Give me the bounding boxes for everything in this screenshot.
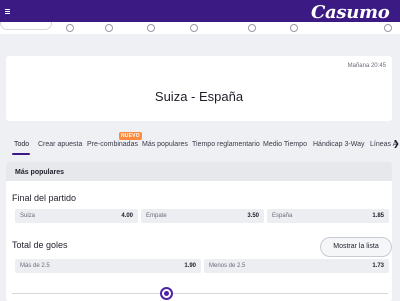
tab-todo[interactable]: Todo: [14, 141, 29, 148]
markets-panel: Más populares: [6, 162, 392, 301]
sport-chip-strip[interactable]: [0, 22, 400, 34]
sport-chip-1[interactable]: [66, 24, 76, 33]
match-card: Mañana 20:45 Suiza - España: [6, 56, 392, 121]
tab-crear-apuesta[interactable]: Crear apuesta: [38, 141, 82, 148]
selection-label: Empate: [146, 213, 167, 219]
match-title: Suiza - España: [154, 89, 244, 104]
selection-label: Suiza: [20, 213, 36, 219]
sport-chip-6[interactable]: [290, 24, 300, 33]
selection-odds: 4.00: [121, 213, 133, 219]
settings-chip[interactable]: [384, 24, 394, 33]
active-tab-indicator: [12, 153, 30, 155]
selection-mas-de[interactable]: Más de 2.5 1.90: [15, 259, 201, 273]
new-badge: NUEVO: [119, 132, 142, 140]
sport-icon: [105, 24, 113, 32]
hamburger-icon[interactable]: [5, 9, 10, 14]
market-title-final: Final del partido: [12, 193, 77, 203]
match-kickoff: Mañana 20:45: [347, 63, 386, 69]
sport-chip-3[interactable]: [147, 24, 157, 33]
tab-tiempo-reglamentario[interactable]: Tiempo reglamentario: [192, 141, 260, 148]
tab-pre-combinadas[interactable]: Pre-combinadas: [87, 141, 138, 148]
show-list-button[interactable]: Mostrar la lista: [320, 237, 392, 257]
selection-espana[interactable]: España 1.85: [267, 209, 389, 223]
sport-icon: [248, 24, 256, 32]
selection-odds: 1.90: [184, 263, 196, 269]
market-title-goles: Total de goles: [12, 240, 68, 250]
sport-chip-4[interactable]: [190, 24, 200, 33]
tab-mas-populares[interactable]: Más populares: [142, 141, 188, 148]
selection-odds: 3.50: [247, 213, 259, 219]
selection-label: Más de 2.5: [20, 263, 50, 269]
goal-line-slider-track[interactable]: [12, 293, 388, 294]
casumo-logo[interactable]: Casumo: [311, 2, 390, 23]
sport-icon: [66, 24, 74, 32]
selection-empate[interactable]: Empate 3.50: [141, 209, 264, 223]
selection-menos-de[interactable]: Menos de 2.5 1.73: [204, 259, 389, 273]
tab-handicap-3-way[interactable]: Hándicap 3-Way: [313, 141, 365, 148]
selection-odds: 1.73: [372, 263, 384, 269]
gear-icon: [384, 24, 392, 32]
section-header: Más populares: [6, 162, 392, 181]
sport-chip-2[interactable]: [105, 24, 115, 33]
sport-icon: [290, 24, 298, 32]
chevron-right-icon[interactable]: ❯: [393, 139, 400, 148]
sport-icon: [190, 24, 198, 32]
selection-label: España: [272, 213, 293, 219]
slider-knob-icon[interactable]: [160, 287, 173, 300]
sport-icon: [147, 24, 155, 32]
search-chip[interactable]: [0, 22, 52, 30]
selection-suiza[interactable]: Suiza 4.00: [15, 209, 138, 223]
selection-odds: 1.85: [372, 213, 384, 219]
sport-chip-5[interactable]: [248, 24, 258, 33]
tab-medio-tiempo[interactable]: Medio Tiempo: [263, 141, 307, 148]
market-tabs: Todo Crear apuesta Pre-combinadas NUEVO …: [0, 132, 400, 157]
section-title: Más populares: [15, 169, 65, 176]
selection-label: Menos de 2.5: [209, 263, 246, 269]
top-bar: Casumo: [0, 0, 400, 23]
